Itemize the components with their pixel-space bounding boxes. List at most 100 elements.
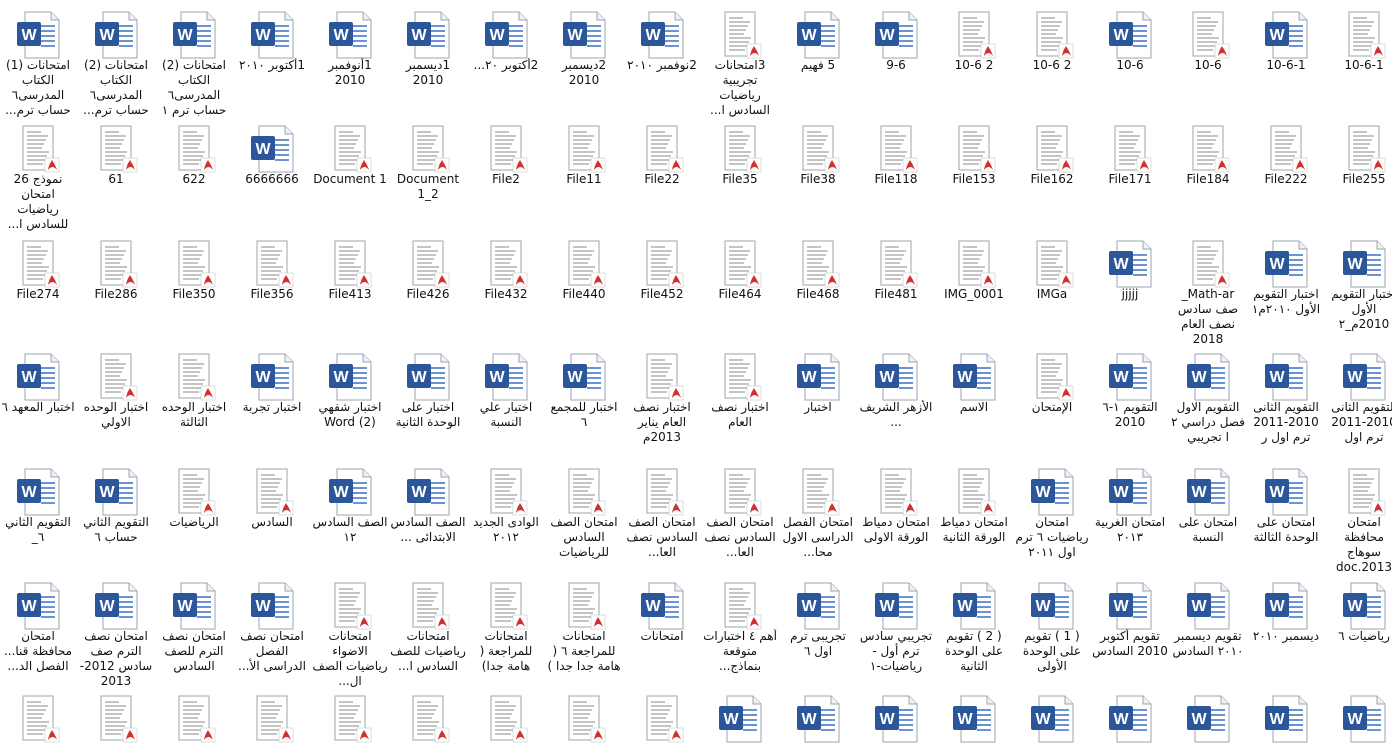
desktop-file-item[interactable]: W التقويم الثانى 2010-2011 ترم اول ر bbox=[1248, 346, 1324, 458]
desktop-file-item[interactable]: W امتحان نصف الفصل الدراسى الأ... bbox=[234, 575, 310, 687]
desktop-file-item[interactable]: File481 bbox=[858, 233, 934, 345]
desktop-file-item[interactable]: 10-6 2 bbox=[936, 4, 1012, 116]
desktop-file-item[interactable]: اختبار نصف العام bbox=[702, 346, 778, 458]
desktop-file-item[interactable]: اختبار الوحده الاولي bbox=[78, 346, 154, 458]
desktop-file-item[interactable]: W التقويم الثاني ٦_ bbox=[0, 461, 76, 573]
desktop-file-item[interactable]: امتحان دمياط الورقة الاولى bbox=[858, 461, 934, 573]
desktop-file-item[interactable]: W الصف السادس ١٢ bbox=[312, 461, 388, 573]
desktop-file-item[interactable]: File222 bbox=[1248, 118, 1324, 230]
desktop-file-item[interactable]: الرياضيات bbox=[156, 461, 232, 573]
desktop-file-item[interactable]: Document 1 bbox=[312, 118, 388, 230]
desktop-file-item[interactable]: W تجريبى ترم اول ٦ bbox=[780, 575, 856, 687]
desktop-file-item[interactable]: الوادى الجديد ٢٠١٢ bbox=[468, 461, 544, 573]
desktop-file-item[interactable]: امتحان الصف السادس للرياضيات bbox=[546, 461, 622, 573]
desktop-file-item[interactable]: W امتحان نصف الترم صف سادس 2012-2013 bbox=[78, 575, 154, 688]
desktop-file-item[interactable]: اختبار الوحده الثالثة bbox=[156, 346, 232, 458]
desktop-file-item[interactable]: W اختبار علي النسبة bbox=[468, 346, 544, 458]
desktop-file-item[interactable]: W تقويم ديسمبر ٢٠١٠ السادس bbox=[1170, 575, 1246, 687]
desktop-file-item[interactable]: امتحان دمياط الورقة الثانية bbox=[936, 461, 1012, 573]
desktop-file-item[interactable]: File35 bbox=[702, 118, 778, 230]
desktop-file-item[interactable]: W bbox=[1170, 688, 1246, 743]
desktop-file-item[interactable]: W bbox=[1326, 688, 1392, 743]
desktop-file-item[interactable]: امتحان الصف السادس نصف العا... bbox=[624, 461, 700, 573]
desktop-file-item[interactable]: W bbox=[936, 688, 1012, 743]
desktop-file-item[interactable]: File171 bbox=[1092, 118, 1168, 230]
desktop-file-item[interactable]: W التقويم الثاني حساب ٦ bbox=[78, 461, 154, 573]
desktop-file-item[interactable]: W bbox=[1092, 688, 1168, 743]
desktop-file-item[interactable]: File452 bbox=[624, 233, 700, 345]
desktop-file-item[interactable]: File11 bbox=[546, 118, 622, 230]
desktop-file-item[interactable] bbox=[468, 688, 544, 743]
desktop-file-item[interactable]: W امتحانات (1) الكتاب المدرسى٦ حساب ترم.… bbox=[0, 4, 76, 117]
desktop-file-item[interactable]: W اختبار على الوحدة الثانية bbox=[390, 346, 466, 458]
desktop-file-item[interactable]: W امتحان نصف الترم للصف السادس bbox=[156, 575, 232, 687]
desktop-file-item[interactable]: File184 bbox=[1170, 118, 1246, 230]
desktop-file-item[interactable]: File468 bbox=[780, 233, 856, 345]
desktop-file-item[interactable]: W امتحان محافظة قنا... الفصل الد... bbox=[0, 575, 76, 687]
desktop-file-item[interactable] bbox=[78, 688, 154, 743]
desktop-file-item[interactable]: W ديسمبر ٢٠١٠ bbox=[1248, 575, 1324, 687]
desktop-file-item[interactable]: W 1أنوفمبر 2010 bbox=[312, 4, 388, 116]
desktop-file-item[interactable]: أهم ٤ اختبارات متوقعة بنماذج... bbox=[702, 575, 778, 687]
desktop-file-item[interactable]: W اختبار المعهد ٦ bbox=[0, 346, 76, 458]
desktop-file-item[interactable]: W التقويم الاول فصل دراسي ٢ ا تجريبي bbox=[1170, 346, 1246, 458]
desktop-file-item[interactable]: File464 bbox=[702, 233, 778, 345]
desktop-file-item[interactable]: W الأزهر الشريف ... bbox=[858, 346, 934, 458]
desktop-file-item[interactable] bbox=[234, 688, 310, 743]
desktop-file-item[interactable]: W 2نوفمبر ٢٠١٠ bbox=[624, 4, 700, 116]
desktop-file-item[interactable]: W امتحان على النسبة bbox=[1170, 461, 1246, 573]
desktop-file-item[interactable]: W امتحانات (2) الكتاب المدرسى٦ حساب ترم … bbox=[156, 4, 232, 117]
desktop-file-item[interactable]: File286 bbox=[78, 233, 154, 345]
desktop-file-item[interactable]: 10-6-1 bbox=[1326, 4, 1392, 116]
desktop-file-item[interactable]: W bbox=[1014, 688, 1090, 743]
desktop-file-item[interactable]: W اختبار التقويم الأول ٢٠١٠م١ bbox=[1248, 233, 1324, 345]
desktop-file-item[interactable]: 622 bbox=[156, 118, 232, 230]
desktop-file-item[interactable]: امتحان الصف السادس نصف العا... bbox=[702, 461, 778, 573]
desktop-file-item[interactable]: W التقويم ١-٦ 2010 bbox=[1092, 346, 1168, 458]
desktop-file-item[interactable]: السادس bbox=[234, 461, 310, 573]
desktop-file-item[interactable]: W 9-6 bbox=[858, 4, 934, 116]
desktop-file-item[interactable]: W bbox=[780, 688, 856, 743]
desktop-file-item[interactable]: W تقويم أكتوبر 2010 السادس bbox=[1092, 575, 1168, 687]
desktop-file-item[interactable]: W bbox=[702, 688, 778, 743]
desktop-file-item[interactable]: اختبار نصف العام يناير 2013م bbox=[624, 346, 700, 458]
desktop-file-item[interactable]: File22 bbox=[624, 118, 700, 230]
desktop-file-item[interactable]: File162 bbox=[1014, 118, 1090, 230]
desktop-file-item[interactable]: نموذج 26 امتحان رياضيات للسادس ا... bbox=[0, 118, 76, 231]
desktop-file-item[interactable]: W تجريبي سادس ترم أول - رياضيات-١ bbox=[858, 575, 934, 687]
desktop-file-item[interactable]: امتحان محافظة سوهاج 2013.doc bbox=[1326, 461, 1392, 574]
desktop-file-item[interactable]: File440 bbox=[546, 233, 622, 345]
desktop-file-item[interactable]: W اختبار bbox=[780, 346, 856, 458]
desktop-file-item[interactable] bbox=[624, 688, 700, 743]
desktop-file-item[interactable]: W bbox=[1248, 688, 1324, 743]
desktop-file-item[interactable]: File2 bbox=[468, 118, 544, 230]
desktop-file-item[interactable]: 61 bbox=[78, 118, 154, 230]
desktop-file-item[interactable]: W امتحان رياضيات ٦ ترم اول ٢٠١١ bbox=[1014, 461, 1090, 573]
desktop-file-item[interactable]: File356 bbox=[234, 233, 310, 345]
desktop-file-item[interactable]: W bbox=[858, 688, 934, 743]
desktop-file-item[interactable]: W اختبار التقويم الأول 2010م_٢ bbox=[1326, 233, 1392, 345]
desktop-file-item[interactable] bbox=[546, 688, 622, 743]
desktop-file-item[interactable]: File413 bbox=[312, 233, 388, 345]
desktop-file-item[interactable]: W التقويم الثانى 2010-2011 ترم اول bbox=[1326, 346, 1392, 458]
desktop-file-item[interactable]: Math-ar_ صف سادس نصف العام 2018 bbox=[1170, 233, 1246, 346]
desktop-file-item[interactable]: 3امتحانات تجريبية رياضيات السادس ا... bbox=[702, 4, 778, 117]
desktop-file-item[interactable]: W 1أكتوبر ٢٠١٠ bbox=[234, 4, 310, 116]
desktop-file-item[interactable]: W الاسم bbox=[936, 346, 1012, 458]
desktop-file-item[interactable]: امتحان الفصل الدراسى الاول محا... bbox=[780, 461, 856, 573]
desktop-file-item[interactable] bbox=[156, 688, 232, 743]
desktop-file-item[interactable]: W امتحان الغربية ٢٠١٣ bbox=[1092, 461, 1168, 573]
desktop-file-item[interactable]: W 2ديسمبر 2010 bbox=[546, 4, 622, 116]
desktop-file-item[interactable]: File426 bbox=[390, 233, 466, 345]
desktop-file-item[interactable]: 10-6 2 bbox=[1014, 4, 1090, 116]
desktop-file-item[interactable]: File350 bbox=[156, 233, 232, 345]
desktop-file-item[interactable]: امتحانات للمراجعة ٦ ( هامة جدا جدا ) bbox=[546, 575, 622, 687]
desktop-file-item[interactable]: File153 bbox=[936, 118, 1012, 230]
desktop-file-item[interactable]: امتحانات الاضواء رياضيات الصف ال... bbox=[312, 575, 388, 688]
desktop-file-item[interactable]: Document 1_2 bbox=[390, 118, 466, 230]
desktop-file-item[interactable]: File274 bbox=[0, 233, 76, 345]
desktop-file-item[interactable]: File38 bbox=[780, 118, 856, 230]
desktop-file-item[interactable]: W 10-6-1 bbox=[1248, 4, 1324, 116]
desktop-file-item[interactable]: W اختبار شفهي Word (2) bbox=[312, 346, 388, 458]
desktop-file-item[interactable]: W ( 1 ) تقويم على الوحدة الأولى bbox=[1014, 575, 1090, 687]
